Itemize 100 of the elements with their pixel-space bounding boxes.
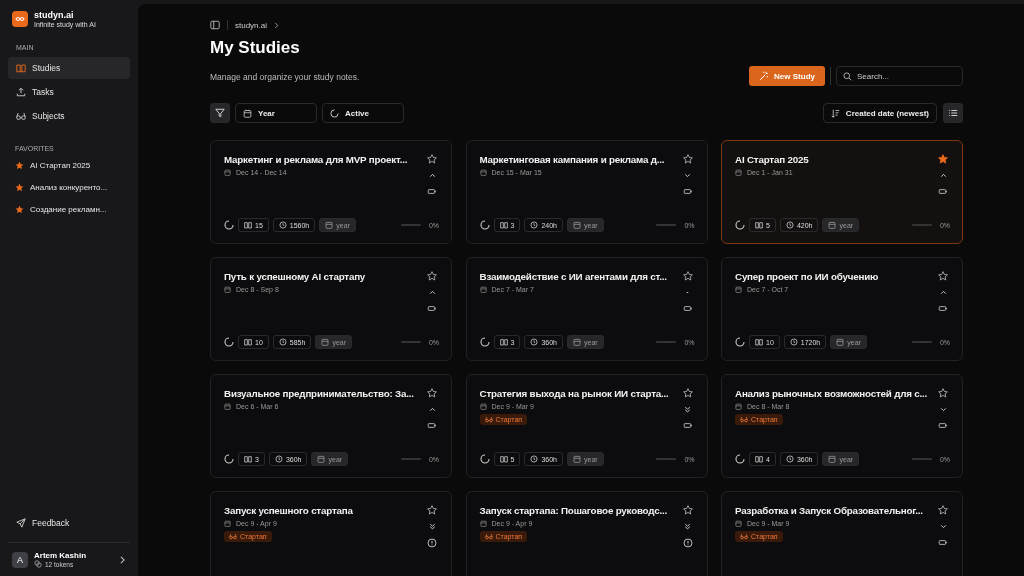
user-name: Artem Kashin: [34, 551, 87, 560]
nav-item[interactable]: Subjects: [8, 105, 130, 127]
clock-icon: [530, 221, 539, 229]
favorite-item[interactable]: Создание рекламн...: [8, 200, 130, 219]
book-icon: [755, 455, 763, 463]
chevron-up-icon[interactable]: [427, 288, 437, 297]
star-icon[interactable]: [427, 271, 437, 281]
new-study-button[interactable]: New Study: [749, 66, 825, 86]
star-icon[interactable]: [427, 505, 437, 515]
battery-icon[interactable]: [938, 187, 948, 196]
spinner-icon: [735, 220, 745, 230]
battery-icon[interactable]: [682, 187, 693, 196]
clock-icon: [530, 455, 539, 463]
battery-icon[interactable]: [682, 304, 693, 313]
book-icon: [755, 338, 763, 346]
sort-dropdown[interactable]: Created date (newest): [822, 103, 937, 123]
book-icon: [16, 63, 26, 73]
battery-icon[interactable]: [938, 304, 948, 313]
filter-icon: [215, 108, 225, 118]
star-icon[interactable]: [682, 271, 693, 281]
calendar-icon: [479, 403, 487, 410]
nav-item[interactable]: Studies: [8, 57, 130, 79]
calendar-icon: [224, 403, 231, 410]
calendar-icon: [735, 286, 742, 293]
battery-icon[interactable]: [427, 304, 437, 313]
clock-icon: [785, 455, 794, 463]
list-icon: [948, 108, 958, 118]
alert-circle-icon[interactable]: [427, 538, 437, 548]
list-view-button[interactable]: [943, 103, 963, 123]
glasses-icon: [484, 416, 493, 423]
calendar-icon: [479, 169, 487, 176]
upload-icon: [16, 87, 26, 97]
clock-icon: [785, 221, 794, 229]
star-icon[interactable]: [938, 154, 948, 164]
send-icon: [16, 518, 26, 528]
calendar-icon: [573, 455, 581, 463]
double-chevron-down-icon[interactable]: [683, 522, 692, 531]
chevron-up-icon[interactable]: [938, 288, 948, 297]
double-chevron-down-icon[interactable]: [427, 522, 437, 531]
study-title: Разработка и Запуск Образовательног...: [735, 505, 923, 516]
feedback-link[interactable]: Feedback: [8, 512, 130, 534]
calendar-icon: [243, 108, 252, 118]
study-title: Взаимодействие с ИИ агентами для ст...: [479, 271, 667, 282]
nav-item[interactable]: Tasks: [8, 81, 130, 103]
chevron-down-icon[interactable]: [683, 171, 692, 180]
book-icon: [244, 221, 252, 229]
battery-icon[interactable]: [682, 421, 693, 430]
battery-icon[interactable]: [938, 538, 948, 547]
star-icon[interactable]: [682, 505, 693, 515]
study-title: Стратегия выхода на рынок ИИ старта...: [479, 388, 669, 399]
star-icon[interactable]: [427, 388, 437, 398]
glasses-icon: [740, 416, 748, 423]
chevron-right-icon: [274, 21, 280, 29]
spinner-icon: [224, 220, 234, 230]
chevron-right-icon: [119, 555, 126, 564]
chevron-down-icon[interactable]: [938, 405, 948, 414]
alert-circle-icon[interactable]: [682, 538, 693, 548]
calendar-icon: [479, 286, 487, 293]
study-title: Маркетинг и реклама для MVP проект...: [224, 154, 408, 165]
battery-icon[interactable]: [427, 421, 437, 430]
spinner-icon: [735, 454, 745, 464]
search-field[interactable]: Search...: [836, 66, 963, 86]
filter-dropdown[interactable]: Year: [235, 103, 317, 123]
favorite-item[interactable]: AI Стартап 2025: [8, 156, 130, 175]
chevron-up-icon[interactable]: [427, 171, 437, 180]
book-icon: [499, 455, 508, 463]
star-icon[interactable]: [427, 154, 437, 164]
spinner-icon: [479, 454, 490, 464]
book-icon: [244, 455, 252, 463]
study-title: Визуальное предпринимательство: За...: [224, 388, 414, 399]
logo-icon: [12, 11, 28, 27]
star-icon[interactable]: [938, 388, 948, 398]
filter-dropdown[interactable]: Active: [322, 103, 404, 123]
double-chevron-down-icon[interactable]: [683, 405, 692, 414]
study-title: Запуск стартапа: Пошаговое руководс...: [479, 505, 667, 516]
clock-icon: [789, 338, 798, 346]
calendar-icon: [325, 221, 334, 229]
magic-wand-icon: [759, 71, 770, 81]
breadcrumb-link[interactable]: studyn.ai: [235, 20, 268, 30]
spinner-icon: [330, 108, 339, 118]
sidebar-toggle-icon[interactable]: [210, 20, 220, 30]
app-name: studyn.ai: [34, 10, 75, 20]
chevron-up-icon[interactable]: [938, 171, 948, 180]
spinner-icon: [479, 220, 490, 230]
star-icon[interactable]: [938, 271, 948, 281]
star-icon[interactable]: [682, 388, 693, 398]
coins-icon: [34, 560, 42, 568]
favorite-item[interactable]: Анализ конкуренто...: [8, 178, 130, 197]
filter-button[interactable]: [210, 103, 230, 123]
calendar-icon: [224, 520, 231, 527]
study-title: Супер проект по ИИ обучению: [735, 271, 879, 282]
calendar-icon: [828, 455, 837, 463]
battery-icon[interactable]: [427, 187, 437, 196]
star-icon[interactable]: [938, 505, 948, 515]
spinner-icon: [224, 454, 234, 464]
chevron-down-icon[interactable]: [938, 522, 948, 531]
glasses-icon: [16, 111, 26, 121]
battery-icon[interactable]: [938, 421, 948, 430]
chevron-up-icon[interactable]: [427, 405, 437, 414]
star-icon[interactable]: [682, 154, 693, 164]
